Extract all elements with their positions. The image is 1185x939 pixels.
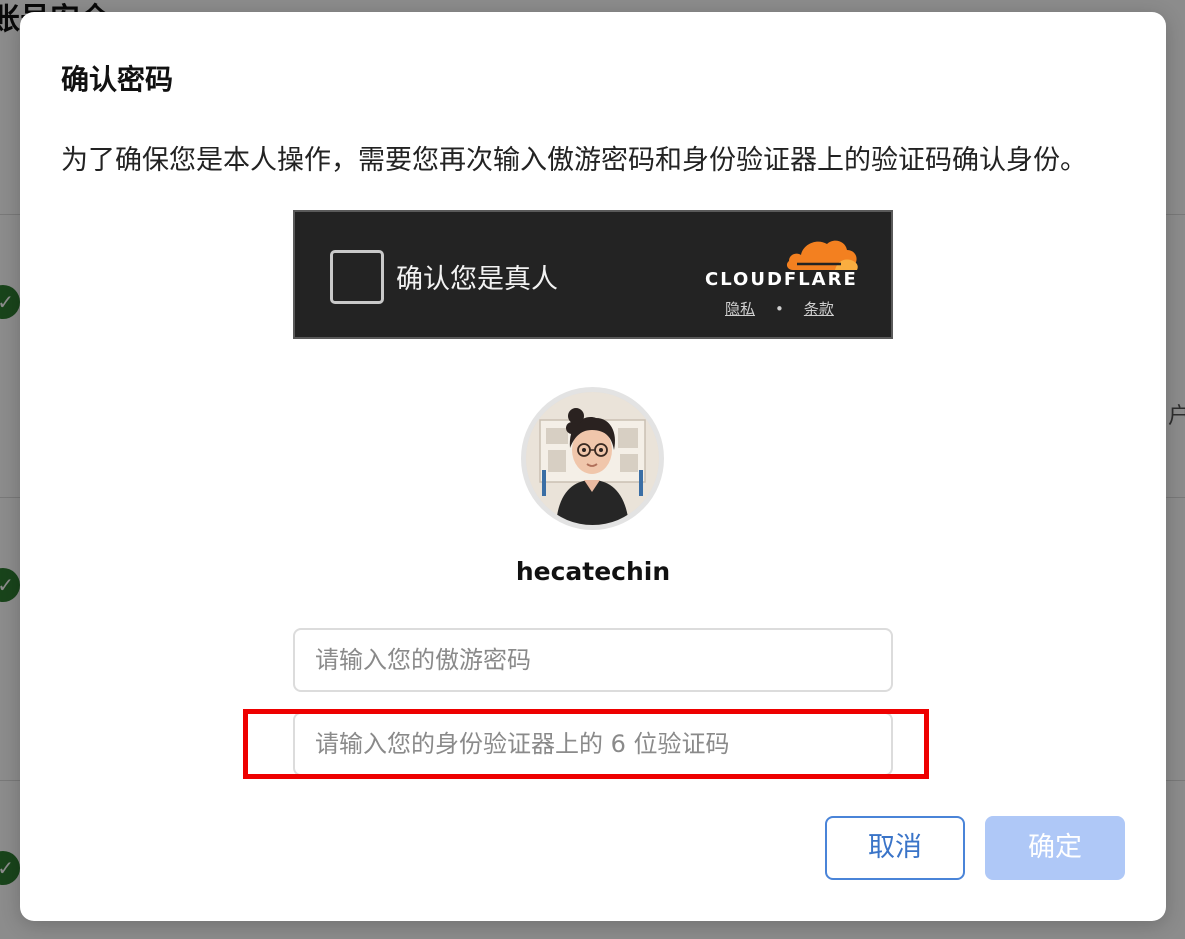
dialog-description: 为了确保您是本人操作，需要您再次输入傲游密码和身份验证器上的验证码确认身份。 <box>61 145 1087 176</box>
cloudflare-cloud-icon <box>786 240 858 270</box>
cancel-button[interactable]: 取消 <box>825 816 965 880</box>
password-input[interactable] <box>293 628 893 692</box>
terms-link[interactable]: 条款 <box>804 300 834 318</box>
avatar <box>521 387 664 530</box>
highlight-box <box>243 709 929 779</box>
cloudflare-turnstile-widget: 确认您是真人 CLOUDFLARE 隐私 • 条款 <box>293 210 893 339</box>
cloudflare-links: 隐私 • 条款 <box>725 298 834 319</box>
human-verification-checkbox[interactable] <box>330 250 384 304</box>
avatar-illustration <box>526 392 659 525</box>
human-verification-label: 确认您是真人 <box>396 264 558 295</box>
confirm-button[interactable]: 确定 <box>985 816 1125 880</box>
confirm-password-dialog: 确认密码 为了确保您是本人操作，需要您再次输入傲游密码和身份验证器上的验证码确认… <box>20 12 1166 921</box>
cloudflare-brand-text: CLOUDFLARE <box>705 269 858 290</box>
dialog-title: 确认密码 <box>61 63 174 96</box>
username: hecatechin <box>515 557 671 586</box>
link-separator: • <box>775 300 784 318</box>
privacy-link[interactable]: 隐私 <box>725 300 755 318</box>
